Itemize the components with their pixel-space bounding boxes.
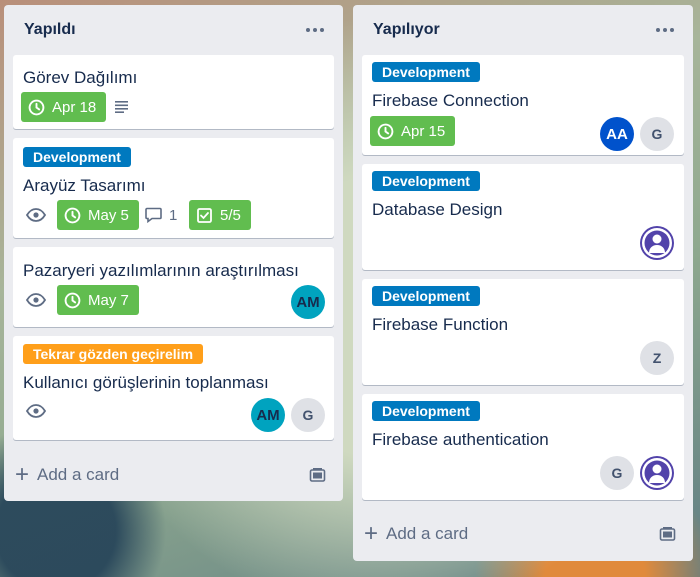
card-firebase-connection[interactable]: Development Firebase Connection Apr 15 A… <box>362 55 684 155</box>
add-card-button[interactable]: + Add a card <box>15 463 119 487</box>
card-title: Firebase Connection <box>372 91 529 110</box>
card-arayuz-tasarimi[interactable]: Development Arayüz Tasarımı May 5 1 5/5 <box>13 138 334 238</box>
card-pazaryeri[interactable]: Pazaryeri yazılımlarının araştırılması M… <box>13 247 334 327</box>
card-title: Firebase authentication <box>372 430 549 449</box>
member-avatar[interactable]: G <box>640 117 674 151</box>
plus-icon: + <box>15 461 30 488</box>
card-label: Development <box>372 401 480 421</box>
card-template-icon[interactable] <box>309 467 326 484</box>
checklist-icon <box>197 207 212 223</box>
list-yapildi: Yapıldı Görev Dağılımı Apr 18 Developmen… <box>4 5 343 501</box>
member-avatar[interactable] <box>640 456 674 490</box>
card-title: Database Design <box>372 200 503 219</box>
member-avatar[interactable]: G <box>291 398 325 432</box>
clock-icon <box>64 292 81 308</box>
due-date-text: Apr 15 <box>401 122 446 140</box>
due-date-badge[interactable]: Apr 18 <box>21 92 107 122</box>
member-avatar[interactable]: AM <box>251 398 285 432</box>
eye-icon <box>26 208 46 222</box>
card-firebase-authentication[interactable]: Development Firebase authentication G <box>362 394 684 500</box>
card-title: Görev Dağılımı <box>23 68 138 87</box>
eye-icon <box>26 404 46 418</box>
member-avatar[interactable]: AA <box>600 117 634 151</box>
add-card-label: Add a card <box>386 524 469 543</box>
eye-icon <box>26 293 46 307</box>
comment-icon <box>145 207 162 223</box>
user-icon <box>642 228 672 258</box>
list-more-icon[interactable] <box>651 18 679 42</box>
list-header: Yapıldı <box>13 5 334 55</box>
card-label: Development <box>372 62 480 82</box>
due-date-badge[interactable]: May 7 <box>57 285 139 315</box>
card-database-design[interactable]: Development Database Design <box>362 164 684 270</box>
card-title: Arayüz Tasarımı <box>23 176 146 195</box>
card-label: Development <box>372 171 480 191</box>
clock-icon <box>377 123 394 139</box>
checklist-badge: 5/5 <box>189 200 251 230</box>
plus-icon: + <box>364 520 379 547</box>
card-label: Development <box>23 147 131 167</box>
add-card-label: Add a card <box>37 465 120 484</box>
list-more-icon[interactable] <box>301 18 329 42</box>
member-avatar[interactable]: AM <box>291 285 325 319</box>
checklist-count: 5/5 <box>220 206 241 224</box>
list-title[interactable]: Yapıldı <box>24 21 76 39</box>
user-icon <box>642 458 672 488</box>
member-avatar[interactable] <box>640 226 674 260</box>
due-date-text: May 5 <box>88 206 129 224</box>
card-firebase-function[interactable]: Development Firebase Function Z <box>362 279 684 385</box>
due-date-badge[interactable]: May 5 <box>57 200 139 230</box>
card-title: Firebase Function <box>372 315 509 334</box>
card-gorev-dagilimi[interactable]: Görev Dağılımı Apr 18 <box>13 55 334 129</box>
list-yapiliyor: Yapılıyor Development Firebase Connectio… <box>353 5 693 561</box>
card-template-icon[interactable] <box>659 526 676 543</box>
card-title: Kullanıcı görüşlerinin toplanması <box>23 373 269 392</box>
due-date-text: Apr 18 <box>52 98 97 116</box>
comment-count: 1 <box>169 207 178 224</box>
description-icon <box>115 101 128 113</box>
clock-icon <box>28 99 45 115</box>
due-date-badge[interactable]: Apr 15 <box>370 116 456 146</box>
card-kullanici-gorusleri[interactable]: Tekrar gözden geçirelim Kullanıcı görüşl… <box>13 336 334 440</box>
member-avatar[interactable]: Z <box>640 341 674 375</box>
card-label: Development <box>372 286 480 306</box>
card-label: Tekrar gözden geçirelim <box>23 344 204 364</box>
card-title: Pazaryeri yazılımlarının araştırılması <box>23 261 299 280</box>
add-card-button[interactable]: + Add a card <box>364 522 468 546</box>
list-header: Yapılıyor <box>362 5 684 55</box>
clock-icon <box>64 207 81 223</box>
due-date-text: May 7 <box>88 291 129 309</box>
member-avatar[interactable]: G <box>600 456 634 490</box>
list-title[interactable]: Yapılıyor <box>373 21 440 39</box>
